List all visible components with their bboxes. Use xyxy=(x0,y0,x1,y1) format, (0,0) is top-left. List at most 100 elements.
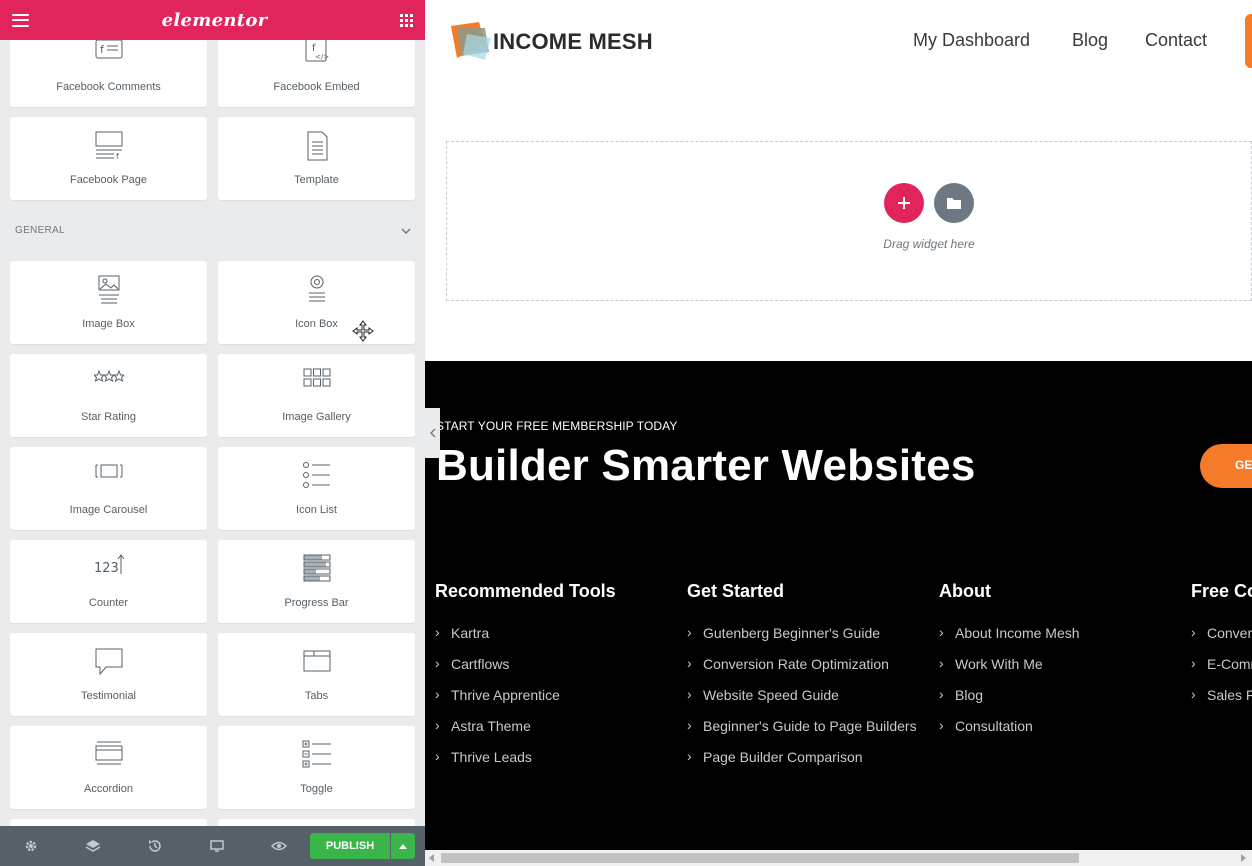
footer-col-title: Get Started xyxy=(687,581,785,601)
svg-text:123: 123 xyxy=(94,561,119,576)
footer-link[interactable]: Consultation xyxy=(939,717,1033,734)
widget-partial[interactable] xyxy=(10,819,207,826)
add-section-button[interactable] xyxy=(884,183,924,223)
widget-label: Star Rating xyxy=(80,411,137,423)
facebook-page-icon: f xyxy=(95,131,122,161)
widget-star-rating[interactable]: Star Rating xyxy=(10,354,207,437)
footer-link[interactable]: Conversion Rate Optimization xyxy=(687,655,889,672)
widget-label: Template xyxy=(294,174,339,186)
footer-link[interactable]: E-Comm xyxy=(1191,655,1252,672)
widget-image-carousel[interactable]: Image Carousel xyxy=(10,447,207,530)
image-gallery-icon xyxy=(303,368,330,387)
icon-box-icon xyxy=(308,275,325,302)
history-icon[interactable] xyxy=(147,838,163,854)
widget-icon-list[interactable]: Icon List xyxy=(218,447,415,530)
footer-link[interactable]: Conver xyxy=(1191,624,1252,641)
footer-link[interactable]: Gutenberg Beginner's Guide xyxy=(687,624,880,641)
footer-col-title: Free Co xyxy=(1191,581,1252,601)
page-preview: INCOME MESH My Dashboard Blog Contact Dr… xyxy=(425,0,1252,866)
image-carousel-icon xyxy=(95,464,122,478)
responsive-desktop-icon[interactable] xyxy=(209,838,225,854)
menu-icon[interactable] xyxy=(12,13,29,27)
widget-label: Image Box xyxy=(82,318,135,330)
footer-link[interactable]: Page Builder Comparison xyxy=(687,748,862,765)
header-cta-button[interactable] xyxy=(1245,14,1252,68)
widget-label: Icon Box xyxy=(295,318,338,330)
preview-eye-icon[interactable] xyxy=(271,838,287,854)
footer-link[interactable]: Blog xyxy=(939,686,983,703)
nav-my-dashboard[interactable]: My Dashboard xyxy=(913,30,1030,51)
chevron-left-icon xyxy=(430,428,436,438)
cta-footer-section: START YOUR FREE MEMBERSHIP TODAY Builder… xyxy=(425,361,1252,850)
widget-label: Counter xyxy=(88,597,129,609)
chevron-down-icon[interactable] xyxy=(400,225,412,237)
widget-image-gallery[interactable]: Image Gallery xyxy=(218,354,415,437)
scroll-right-arrow-icon[interactable] xyxy=(1241,854,1246,862)
publish-button[interactable]: PUBLISH xyxy=(310,833,390,859)
nav-contact[interactable]: Contact xyxy=(1145,30,1207,51)
get-started-button[interactable]: GE xyxy=(1200,444,1252,488)
site-logo-text[interactable]: INCOME MESH xyxy=(493,29,653,55)
widget-label: Image Carousel xyxy=(69,504,148,516)
facebook-embed-icon: f</> xyxy=(305,40,329,62)
progress-bar-icon xyxy=(303,554,330,582)
elementor-logo: elementor xyxy=(161,9,268,31)
footer-link[interactable]: About Income Mesh xyxy=(939,624,1079,641)
footer-link[interactable]: Website Speed Guide xyxy=(687,686,839,703)
widget-icon-box[interactable]: Icon Box xyxy=(218,261,415,344)
add-template-button[interactable] xyxy=(934,183,974,223)
footer-link[interactable]: Cartflows xyxy=(435,655,509,672)
footer-link[interactable]: Sales F xyxy=(1191,686,1252,703)
widget-partial[interactable] xyxy=(218,819,415,826)
get-started-label: GE xyxy=(1235,458,1252,472)
star-rating-icon xyxy=(93,369,124,383)
facebook-comments-icon: f xyxy=(95,40,122,59)
widgets-grid-icon[interactable] xyxy=(400,13,413,27)
widget-tabs[interactable]: Tabs xyxy=(218,633,415,716)
widget-facebook-comments[interactable]: f Facebook Comments xyxy=(10,40,207,107)
toggle-icon xyxy=(302,740,331,768)
widget-label: Facebook Comments xyxy=(56,81,161,93)
layers-icon[interactable] xyxy=(85,838,101,854)
footer-link[interactable]: Kartra xyxy=(435,624,489,641)
widget-counter[interactable]: 123 Counter xyxy=(10,540,207,623)
template-icon xyxy=(307,131,327,161)
section-title-general[interactable]: GENERAL xyxy=(15,225,65,236)
cta-eyebrow: START YOUR FREE MEMBERSHIP TODAY xyxy=(436,419,678,433)
widget-panel: elementor f Facebook Comments f </> Faceb… xyxy=(0,0,425,866)
widget-facebook-page[interactable]: f Facebook Page xyxy=(10,117,207,200)
widget-progress-bar[interactable]: Progress Bar xyxy=(218,540,415,623)
tabs-icon xyxy=(303,650,330,672)
widget-accordion[interactable]: Accordion xyxy=(10,726,207,809)
panel-collapse-toggle[interactable] xyxy=(425,408,440,458)
move-cursor-icon xyxy=(352,320,374,342)
widget-template[interactable]: Template xyxy=(218,117,415,200)
nav-blog[interactable]: Blog xyxy=(1072,30,1108,51)
footer-col-title: Recommended Tools xyxy=(435,581,616,601)
horizontal-scrollbar[interactable] xyxy=(425,850,1252,866)
widget-facebook-embed[interactable]: f </> Facebook Embed xyxy=(218,40,415,107)
icon-list-icon xyxy=(302,462,330,488)
scroll-left-arrow-icon[interactable] xyxy=(429,854,434,862)
svg-text:f: f xyxy=(116,152,119,161)
widget-label: Icon List xyxy=(296,504,337,516)
image-box-icon xyxy=(98,275,119,304)
widget-label: Accordion xyxy=(84,783,133,795)
footer-link[interactable]: Thrive Apprentice xyxy=(435,686,560,703)
publish-options-button[interactable] xyxy=(391,833,415,859)
empty-section-dropzone[interactable] xyxy=(446,141,1252,301)
settings-gear-icon[interactable] xyxy=(23,838,39,854)
drag-widget-hint: Drag widget here xyxy=(883,237,975,251)
footer-link[interactable]: Thrive Leads xyxy=(435,748,532,765)
widget-toggle[interactable]: Toggle xyxy=(218,726,415,809)
footer-link[interactable]: Beginner's Guide to Page Builders xyxy=(687,717,917,734)
widget-testimonial[interactable]: Testimonial xyxy=(10,633,207,716)
scrollbar-thumb[interactable] xyxy=(441,853,1079,863)
folder-icon xyxy=(947,198,961,209)
footer-link[interactable]: Work With Me xyxy=(939,655,1043,672)
accordion-icon xyxy=(95,741,122,765)
widget-image-box[interactable]: Image Box xyxy=(10,261,207,344)
elementor-editor: elementor f Facebook Comments f </> Faceb… xyxy=(0,0,1252,866)
widget-label: Tabs xyxy=(304,690,329,702)
footer-link[interactable]: Astra Theme xyxy=(435,717,531,734)
